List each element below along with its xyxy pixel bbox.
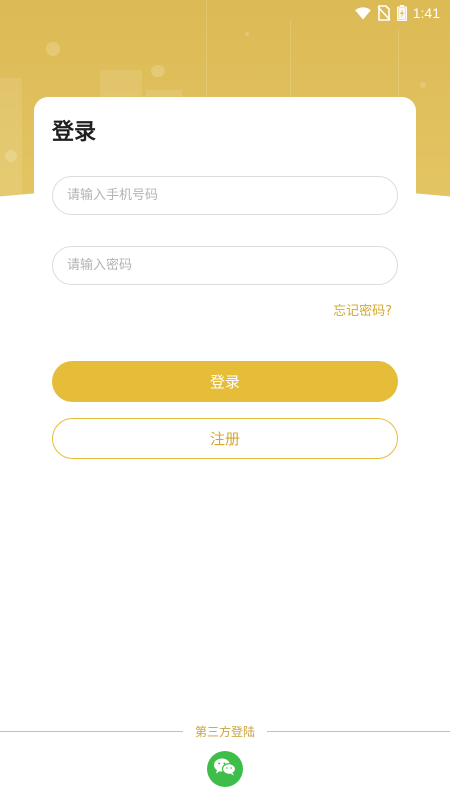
divider-line: [0, 730, 183, 732]
decor-bubble: [420, 82, 426, 88]
decor-building: [0, 78, 22, 200]
status-bar: 1:41: [0, 0, 450, 26]
wifi-icon: [354, 6, 371, 20]
wechat-login-button[interactable]: [207, 751, 243, 787]
page-title: 登录: [52, 120, 97, 145]
clock-time: 1:41: [412, 5, 440, 21]
divider-line: [267, 730, 450, 732]
decor-bubble: [151, 65, 165, 77]
battery-charging-icon: [396, 5, 407, 21]
decor-bubble: [5, 150, 17, 162]
forgot-password-link[interactable]: 忘记密码?: [333, 300, 392, 319]
password-input[interactable]: [52, 246, 398, 285]
decor-bubble: [245, 32, 249, 36]
wechat-icon: [213, 757, 237, 781]
phone-input[interactable]: [52, 176, 398, 215]
register-button[interactable]: 注册: [52, 418, 398, 459]
login-button[interactable]: 登录: [52, 361, 398, 402]
no-sim-icon: [377, 5, 391, 21]
decor-bubble: [46, 42, 60, 56]
third-party-login-label: 第三方登陆: [195, 724, 256, 739]
third-party-login-divider: 第三方登陆: [0, 722, 450, 740]
